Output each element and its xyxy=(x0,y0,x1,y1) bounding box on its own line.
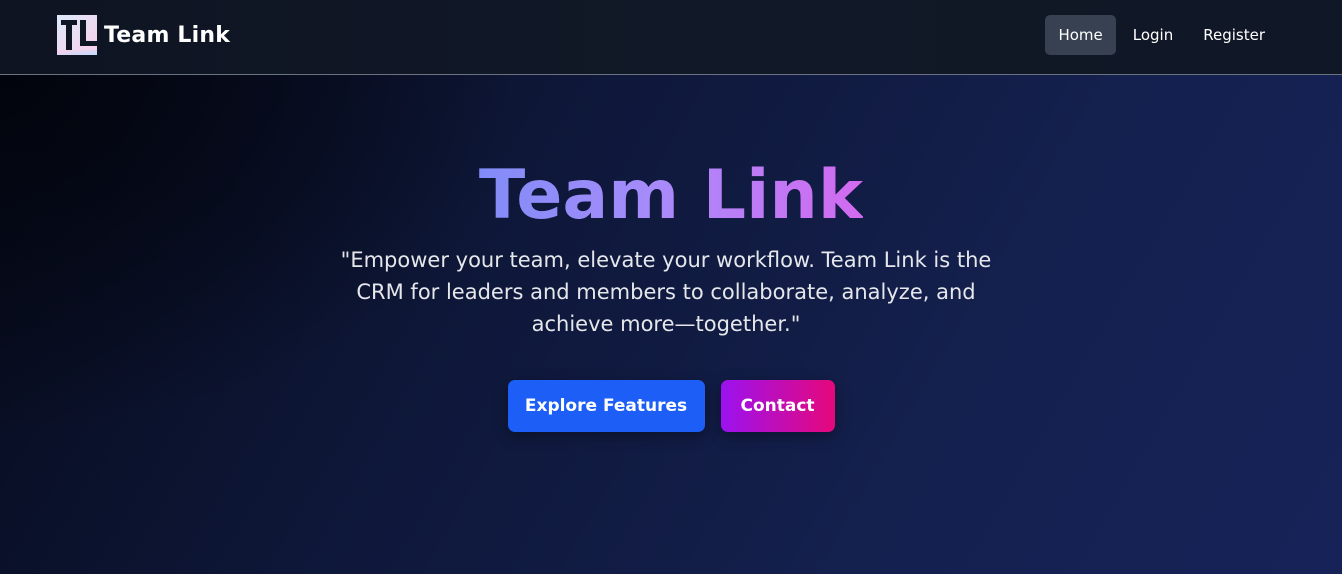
page: Team Link Home Login Register Team Link … xyxy=(0,0,1342,574)
team-link-logo-icon xyxy=(57,15,97,55)
explore-features-button[interactable]: Explore Features xyxy=(507,380,705,432)
hero-button-row: Explore Features Contact xyxy=(0,380,1342,432)
hero-title-text: Team Link xyxy=(478,156,864,235)
brand-name: Team Link xyxy=(104,22,231,48)
hero-section: Team Link "Empower your team, elevate yo… xyxy=(0,75,1342,574)
hero-title: Team Link xyxy=(0,151,1342,241)
nav-link-home[interactable]: Home xyxy=(1045,15,1116,55)
nav-link-register[interactable]: Register xyxy=(1190,15,1278,55)
nav-link-login[interactable]: Login xyxy=(1120,15,1186,55)
brand-link[interactable]: Team Link xyxy=(57,15,230,55)
nav-links: Home Login Register xyxy=(1041,15,1278,55)
navbar: Team Link Home Login Register xyxy=(0,0,1342,75)
hero-quote: "Empower your team, elevate your workflo… xyxy=(340,248,992,336)
contact-button[interactable]: Contact xyxy=(720,380,835,432)
